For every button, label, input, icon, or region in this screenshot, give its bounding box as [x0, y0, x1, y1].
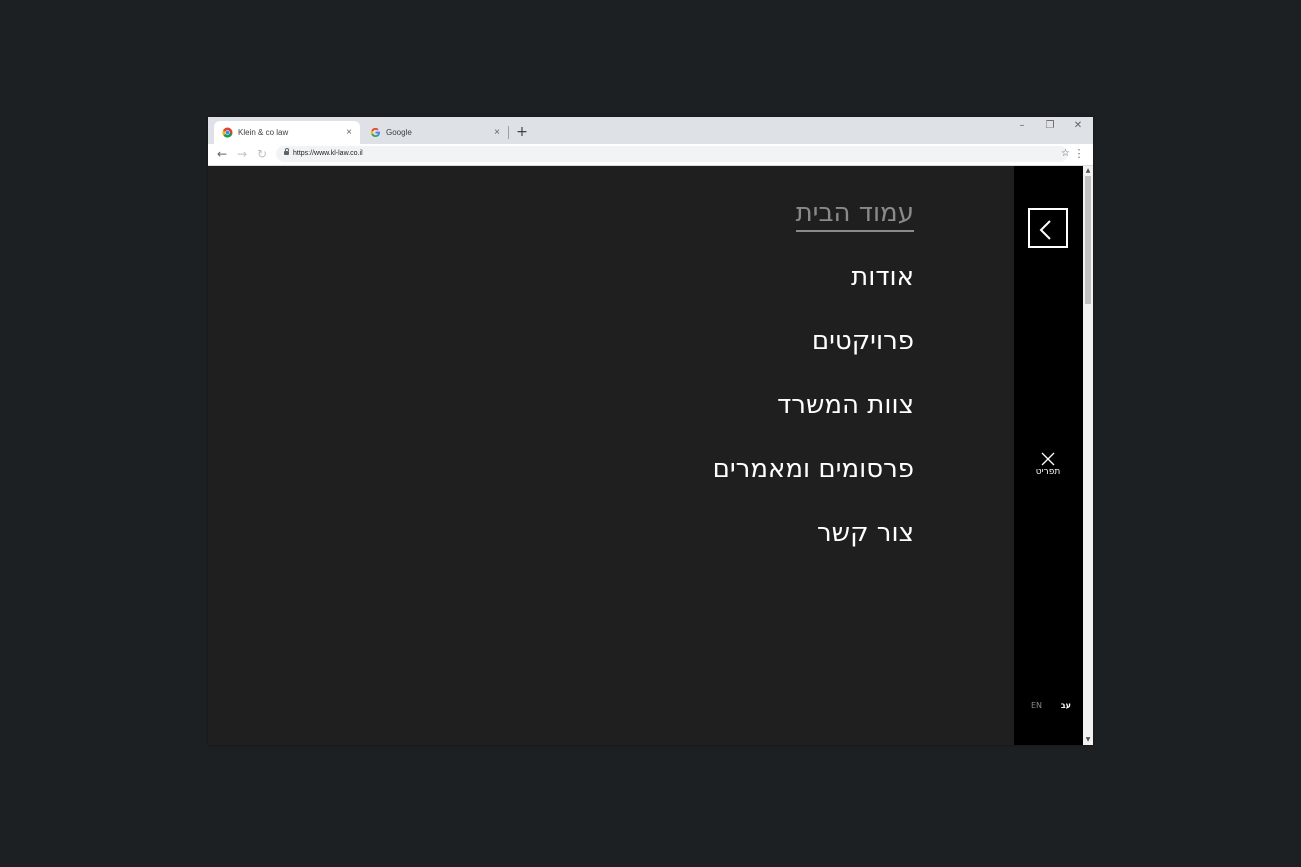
close-menu-button[interactable]: תפריט — [1027, 452, 1069, 477]
page-viewport: עמוד הבית אודות פרויקטים צוות המשרד פרסו… — [208, 166, 1093, 745]
tab-google[interactable]: Google × — [362, 121, 508, 144]
menu-item-contact[interactable]: צור קשר — [713, 516, 914, 550]
tab-title: Google — [386, 128, 412, 137]
tab-separator — [508, 126, 509, 139]
minimize-button[interactable]: – — [1008, 118, 1036, 134]
scroll-up-arrow-icon[interactable]: ▲ — [1083, 166, 1093, 176]
browser-toolbar: ← → ↻ https://www.kl-law.co.il ☆ ⋮ — [208, 144, 1093, 166]
close-tab-icon[interactable]: × — [490, 127, 504, 138]
logo-icon[interactable] — [1028, 208, 1068, 248]
menu-item-publications[interactable]: פרסומים ומאמרים — [713, 452, 914, 486]
main-menu: עמוד הבית אודות פרויקטים צוות המשרד פרסו… — [713, 196, 914, 580]
lock-icon — [284, 148, 289, 155]
browser-menu-icon[interactable]: ⋮ — [1072, 146, 1086, 162]
tab-strip: Klein & co law × Google × + – ❐ ✕ — [208, 117, 1093, 144]
back-button[interactable]: ← — [214, 146, 230, 162]
reload-button[interactable]: ↻ — [254, 146, 270, 162]
tab-klein-law[interactable]: Klein & co law × — [214, 121, 360, 144]
site-sidebar: תפריט EN עב — [1014, 166, 1083, 745]
language-switcher: EN עב — [1031, 701, 1071, 710]
close-icon — [1041, 452, 1055, 466]
new-tab-button[interactable]: + — [513, 123, 531, 141]
chrome-icon — [222, 127, 233, 138]
url-text[interactable]: https://www.kl-law.co.il — [293, 146, 363, 162]
scroll-thumb[interactable] — [1085, 176, 1091, 304]
menu-item-projects[interactable]: פרויקטים — [713, 324, 914, 358]
bookmark-star-icon[interactable]: ☆ — [1061, 146, 1070, 162]
tab-title: Klein & co law — [238, 128, 289, 137]
lang-he-link[interactable]: עב — [1061, 701, 1071, 710]
maximize-button[interactable]: ❐ — [1036, 118, 1064, 134]
scroll-down-arrow-icon[interactable]: ▼ — [1083, 735, 1093, 745]
menu-item-team[interactable]: צוות המשרד — [713, 388, 914, 422]
navigation-menu-overlay: עמוד הבית אודות פרויקטים צוות המשרד פרסו… — [209, 166, 1014, 745]
scrollbar[interactable]: ▲ ▼ — [1083, 166, 1093, 745]
browser-window: Klein & co law × Google × + – ❐ ✕ ← → ↻ … — [208, 117, 1093, 745]
close-window-button[interactable]: ✕ — [1064, 118, 1092, 134]
google-g-icon — [370, 127, 380, 138]
close-tab-icon[interactable]: × — [342, 127, 356, 138]
menu-item-about[interactable]: אודות — [713, 260, 914, 294]
menu-label: תפריט — [1035, 467, 1061, 477]
forward-button[interactable]: → — [234, 146, 250, 162]
menu-item-home[interactable]: עמוד הבית — [795, 196, 914, 232]
lang-en-link[interactable]: EN — [1031, 701, 1042, 710]
address-bar[interactable]: https://www.kl-law.co.il ☆ — [276, 146, 1070, 162]
